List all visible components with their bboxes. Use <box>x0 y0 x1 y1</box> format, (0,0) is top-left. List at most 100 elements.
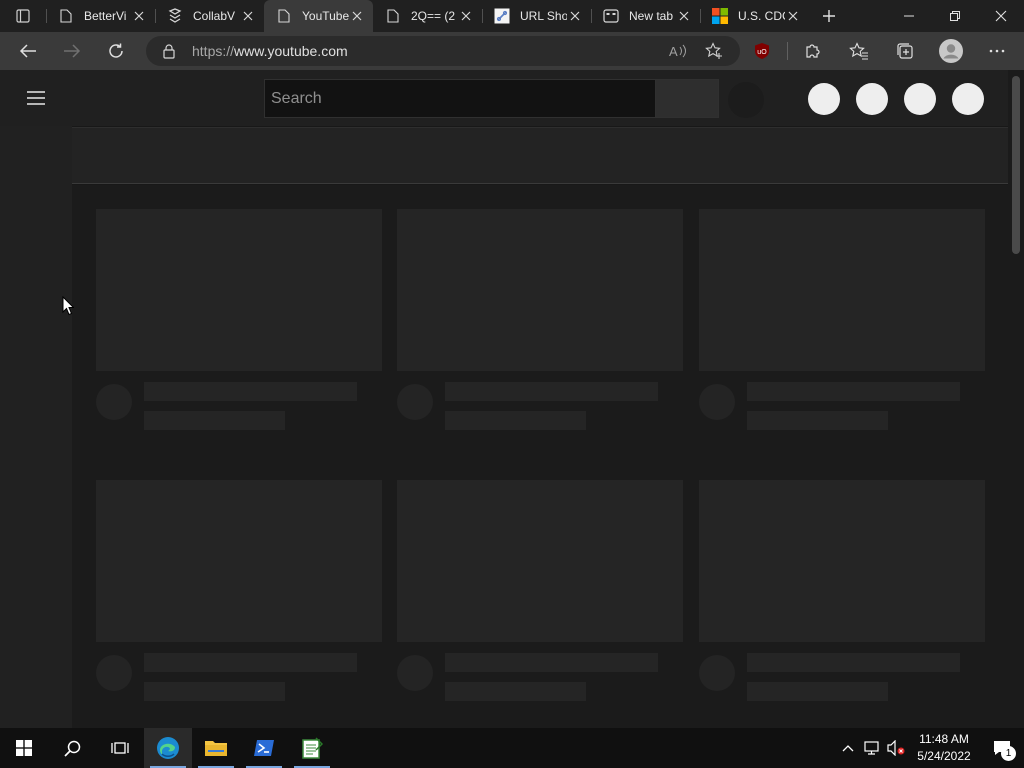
network-icon <box>864 741 879 755</box>
favorites-button[interactable] <box>836 32 882 70</box>
settings-more-button[interactable] <box>974 32 1020 70</box>
address-bar[interactable]: https://www.youtube.com A <box>146 36 740 66</box>
action-center-button[interactable]: 1 <box>980 728 1024 768</box>
task-view-button[interactable] <box>96 728 144 768</box>
meta-placeholder <box>445 411 586 430</box>
restore-button[interactable] <box>932 0 978 32</box>
avatar-placeholder <box>699 384 735 420</box>
refresh-button[interactable] <box>94 32 138 70</box>
menu-icon[interactable] <box>24 88 48 108</box>
title-placeholder <box>445 653 658 672</box>
back-button[interactable] <box>6 32 50 70</box>
avatar-placeholder <box>397 655 433 691</box>
notepad-icon <box>302 737 323 759</box>
lock-icon[interactable] <box>154 36 184 66</box>
header-placeholder-circle[interactable] <box>952 83 984 115</box>
read-aloud-icon[interactable]: A <box>660 36 696 66</box>
page-scrollbar[interactable] <box>1008 70 1024 728</box>
header-placeholder-circle[interactable] <box>904 83 936 115</box>
title-placeholder <box>747 653 960 672</box>
scrollbar-thumb[interactable] <box>1012 76 1020 254</box>
powershell-icon <box>254 740 274 756</box>
header-placeholder-circle[interactable] <box>856 83 888 115</box>
file-explorer-icon <box>205 741 227 756</box>
video-card-skeleton[interactable] <box>397 480 683 701</box>
close-tab-icon[interactable] <box>567 8 583 24</box>
taskbar-clock[interactable]: 11:48 AM 5/24/2022 <box>908 731 980 765</box>
thumbnail-placeholder <box>699 480 985 642</box>
video-card-skeleton[interactable] <box>96 480 382 701</box>
meta-placeholder <box>747 682 888 701</box>
page-icon <box>276 8 292 24</box>
close-tab-icon[interactable] <box>131 8 147 24</box>
collections-icon <box>897 43 913 59</box>
video-card-skeleton[interactable] <box>699 480 985 701</box>
video-card-skeleton[interactable] <box>699 209 985 430</box>
clock-date: 5/24/2022 <box>917 749 971 763</box>
show-hidden-icons-button[interactable] <box>836 728 860 768</box>
new-tab-button[interactable] <box>813 0 845 32</box>
thumbnail-placeholder <box>96 209 382 371</box>
tab-2q[interactable]: 2Q== (2 <box>373 0 482 32</box>
tab-title: CollabV <box>193 9 236 23</box>
meta-placeholder <box>144 682 285 701</box>
add-favorite-icon[interactable] <box>696 36 732 66</box>
thumbnail-placeholder <box>699 209 985 371</box>
collections-button[interactable] <box>882 32 928 70</box>
task-view-icon <box>111 742 129 754</box>
search-input[interactable]: Search <box>264 79 656 118</box>
tab-bettervi[interactable]: BetterVi <box>46 0 155 32</box>
tab-collabv[interactable]: CollabV <box>155 0 264 32</box>
extensions-button[interactable] <box>790 32 836 70</box>
microsoft-icon <box>712 8 728 24</box>
video-grid <box>72 185 1008 728</box>
taskbar-notepad[interactable] <box>288 728 336 768</box>
taskbar-edge[interactable] <box>144 728 192 768</box>
tab-title: YouTube <box>302 9 349 23</box>
tab-title: BetterVi <box>84 9 127 23</box>
tab-title: URL Sho <box>520 9 567 23</box>
close-tab-icon[interactable] <box>458 8 474 24</box>
ublock-icon: uO <box>755 43 769 59</box>
tab-actions-button[interactable] <box>0 0 46 32</box>
restore-icon <box>950 11 960 21</box>
page-icon <box>385 8 401 24</box>
close-tab-icon[interactable] <box>240 8 256 24</box>
avatar-placeholder <box>96 655 132 691</box>
system-tray: 11:48 AM 5/24/2022 1 <box>836 728 1024 768</box>
voice-search-button[interactable] <box>728 82 764 118</box>
close-tab-icon[interactable] <box>785 8 801 24</box>
thumbnail-placeholder <box>397 209 683 371</box>
tab-youtube[interactable]: YouTube <box>264 0 373 32</box>
url-shortener-icon <box>494 8 510 24</box>
meta-placeholder <box>144 411 285 430</box>
thumbnail-placeholder <box>397 480 683 642</box>
tab-new-tab[interactable]: New tab <box>591 0 700 32</box>
close-tab-icon[interactable] <box>676 8 692 24</box>
taskbar-search-button[interactable] <box>48 728 96 768</box>
minimize-button[interactable] <box>886 0 932 32</box>
video-card-skeleton[interactable] <box>397 209 683 430</box>
taskbar-file-explorer[interactable] <box>192 728 240 768</box>
mouse-cursor-icon <box>62 296 74 316</box>
ublock-extension-button[interactable]: uO <box>739 32 785 70</box>
forward-button[interactable] <box>50 32 94 70</box>
start-button[interactable] <box>0 728 48 768</box>
close-tab-icon[interactable] <box>349 8 365 24</box>
search-button[interactable] <box>655 79 719 118</box>
network-button[interactable] <box>860 728 884 768</box>
volume-button[interactable] <box>884 728 908 768</box>
video-card-skeleton[interactable] <box>96 209 382 430</box>
close-window-button[interactable] <box>978 0 1024 32</box>
profile-button[interactable] <box>928 32 974 70</box>
newtab-icon <box>603 8 619 24</box>
windows-taskbar: 11:48 AM 5/24/2022 1 <box>0 728 1024 768</box>
title-placeholder <box>144 382 357 401</box>
browser-toolbar: https://www.youtube.com A uO <box>0 32 1024 70</box>
header-placeholder-circle[interactable] <box>808 83 840 115</box>
tab-us-cdc[interactable]: U.S. CDC <box>700 0 809 32</box>
taskbar-powershell[interactable] <box>240 728 288 768</box>
youtube-sidebar <box>0 126 72 728</box>
page-icon <box>58 8 74 24</box>
tab-url-shortener[interactable]: URL Sho <box>482 0 591 32</box>
